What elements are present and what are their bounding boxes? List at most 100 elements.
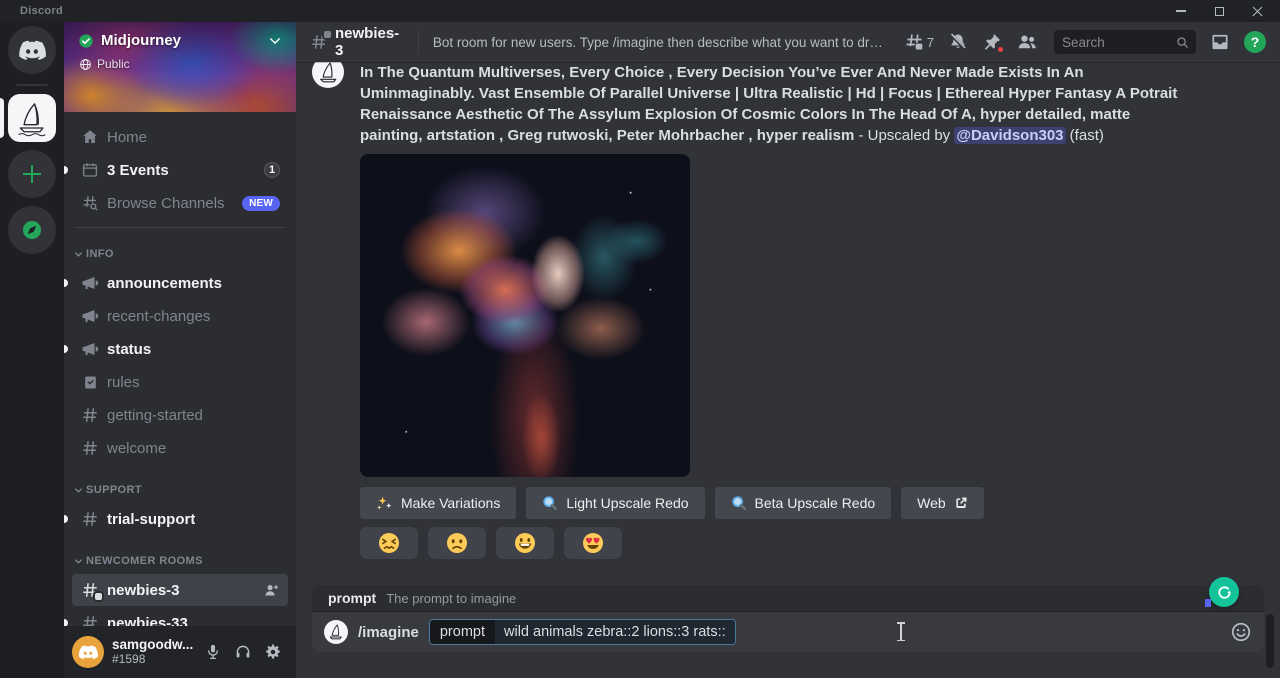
reaction-heart-eyes[interactable] (564, 527, 622, 559)
upscale-note: - Upscaled by (854, 127, 954, 144)
reaction-confounded[interactable] (360, 527, 418, 559)
scrollbar-thumb[interactable] (1266, 614, 1274, 668)
category-support[interactable]: SUPPORT (72, 478, 288, 502)
sidebar-item-browse-channels[interactable]: Browse Channels NEW (72, 187, 288, 219)
channel-newbies-33[interactable]: newbies-33 (72, 607, 288, 626)
new-badge: NEW (242, 196, 280, 211)
channel-status[interactable]: status (72, 333, 288, 365)
category-label: SUPPORT (86, 484, 142, 496)
search-box[interactable] (1054, 30, 1196, 54)
deafen-button[interactable] (228, 637, 258, 667)
sidebar-item-label: 3 Events (107, 162, 169, 179)
channel-name: rules (107, 374, 140, 391)
option-value-input[interactable]: wild animals zebra::2 lions::3 rats:: (495, 620, 735, 644)
channel-title: newbies-3 (335, 25, 404, 59)
category-info[interactable]: INFO (72, 242, 288, 266)
button-label: Web (917, 495, 946, 511)
avatar[interactable] (72, 636, 104, 668)
autocomplete-description: The prompt to imagine (386, 591, 516, 606)
user-mention[interactable]: @Davidson303 (954, 127, 1065, 144)
sidebar-item-home[interactable]: Home (72, 121, 288, 153)
browse-channels-icon (81, 194, 99, 212)
channel-sidebar: Midjourney Public Home 3 Events (64, 22, 296, 678)
channel-name: welcome (107, 440, 166, 457)
microphone-icon (204, 643, 222, 661)
make-variations-button[interactable]: Make Variations (360, 487, 516, 519)
message-input[interactable]: /imagine prompt wild animals zebra::2 li… (312, 612, 1264, 652)
command-option-pill[interactable]: prompt wild animals zebra::2 lions::3 ra… (429, 619, 736, 645)
headphones-icon (234, 643, 252, 661)
close-button[interactable] (1238, 0, 1276, 22)
explore-servers-button[interactable] (8, 206, 56, 254)
channel-rules[interactable]: rules (72, 366, 288, 398)
hash-icon (81, 406, 99, 424)
reaction-grinning[interactable] (496, 527, 554, 559)
chevron-down-icon[interactable] (268, 34, 282, 48)
unread-pill (64, 345, 68, 353)
beta-upscale-redo-button[interactable]: Beta Upscale Redo (715, 487, 892, 519)
rail-separator (16, 84, 48, 86)
server-header[interactable]: Midjourney (64, 22, 296, 49)
bot-avatar[interactable] (312, 62, 344, 88)
rules-icon (82, 374, 99, 391)
home-icon (81, 128, 99, 146)
search-input[interactable] (1062, 35, 1175, 50)
chevron-down-icon (74, 250, 83, 259)
category-label: NEWCOMER ROOMS (86, 555, 203, 567)
hash-icon (81, 510, 99, 528)
speed-note: (fast) (1066, 127, 1104, 144)
discord-logo-icon (78, 645, 98, 660)
channel-newbies-3[interactable]: newbies-3 (72, 574, 288, 606)
help-button[interactable]: ? (1244, 31, 1266, 53)
minimize-button[interactable] (1162, 0, 1200, 22)
category-newcomer-rooms[interactable]: NEWCOMER ROOMS (72, 549, 288, 573)
member-list-button[interactable] (1016, 32, 1038, 52)
button-label: Beta Upscale Redo (755, 495, 876, 511)
selected-server-pill (0, 98, 4, 138)
notifications-button[interactable] (948, 32, 968, 52)
unread-pill (64, 619, 68, 626)
user-discriminator: #1598 (112, 653, 193, 667)
channel-announcements[interactable]: announcements (72, 267, 288, 299)
button-label: Light Upscale Redo (566, 495, 688, 511)
settings-button[interactable] (258, 637, 288, 667)
button-label: Make Variations (401, 495, 500, 511)
grammarly-widget[interactable] (1209, 577, 1239, 607)
inbox-button[interactable] (1210, 32, 1230, 52)
window-controls (1162, 0, 1276, 22)
maximize-button[interactable] (1200, 0, 1238, 22)
reaction-disappointed[interactable] (428, 527, 486, 559)
mute-button[interactable] (198, 637, 228, 667)
grinning-face-icon (514, 532, 536, 554)
emoji-picker-button[interactable] (1230, 621, 1252, 643)
chat-header: newbies-3 Bot room for new users. Type /… (296, 22, 1280, 62)
light-upscale-redo-button[interactable]: Light Upscale Redo (526, 487, 704, 519)
pinned-messages-button[interactable] (982, 32, 1002, 52)
sparkles-icon (376, 495, 393, 511)
header-divider (418, 31, 419, 53)
gear-icon (264, 643, 282, 661)
chevron-down-icon (74, 557, 83, 566)
autocomplete-option[interactable]: prompt (328, 590, 376, 606)
server-banner[interactable]: Midjourney Public (64, 22, 296, 112)
user-meta[interactable]: samgoodw... #1598 (112, 637, 193, 666)
web-button[interactable]: Web (901, 487, 984, 519)
channel-topic[interactable]: Bot room for new users. Type /imagine th… (433, 35, 890, 50)
channel-trial-support[interactable]: trial-support (72, 503, 288, 535)
invite-member-icon[interactable] (263, 582, 280, 599)
home-server-button[interactable] (8, 26, 56, 74)
channel-recent-changes[interactable]: recent-changes (72, 300, 288, 332)
plus-icon (22, 164, 42, 184)
channel-getting-started[interactable]: getting-started (72, 399, 288, 431)
channel-welcome[interactable]: welcome (72, 432, 288, 464)
server-icon-midjourney[interactable] (8, 94, 56, 142)
discord-logo-icon (18, 40, 46, 61)
sidebar-item-events[interactable]: 3 Events 1 (72, 154, 288, 186)
channel-list: Home 3 Events 1 Browse Channels NEW INF (64, 112, 296, 626)
confounded-face-icon (378, 532, 400, 554)
add-server-button[interactable] (8, 150, 56, 198)
threads-button[interactable]: 7 (904, 32, 934, 52)
slash-command-autocomplete[interactable]: prompt The prompt to imagine (312, 585, 1264, 612)
generated-image[interactable] (360, 154, 690, 477)
titlebar: Discord (0, 0, 1280, 22)
